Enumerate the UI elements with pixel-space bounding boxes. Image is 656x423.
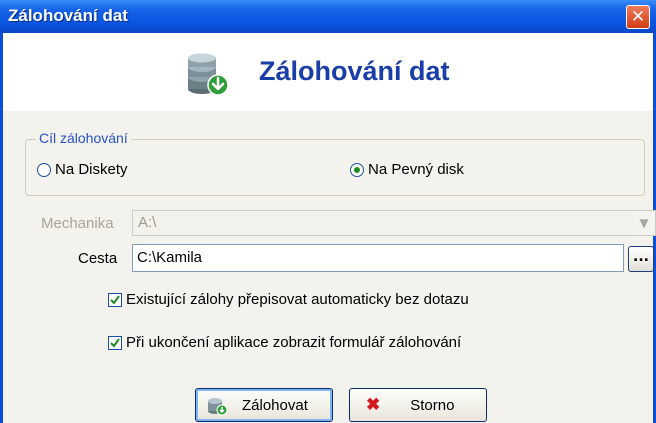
checkmark-icon [110, 294, 120, 305]
show-on-exit-checkbox[interactable]: Při ukončení aplikace zobrazit formulář … [108, 334, 461, 351]
database-backup-icon [208, 398, 228, 416]
backup-button-label: Zálohovat [242, 396, 308, 414]
window-title: Zálohování dat [8, 6, 128, 25]
close-button[interactable]: ✕ [626, 5, 650, 29]
cancel-x-icon: ✖ [366, 395, 381, 414]
path-input[interactable] [133, 245, 621, 269]
overwrite-label: Existující zálohy přepisovat automaticky… [126, 291, 469, 308]
database-restore-icon [188, 53, 229, 96]
drive-select[interactable]: A:\ ▼ [132, 210, 656, 236]
show-on-exit-checkbox-box[interactable] [108, 335, 122, 350]
backup-dialog: Zálohování dat ✕ Zálohování dat Cíl zálo… [0, 0, 656, 423]
browse-button[interactable]: ... [628, 246, 654, 272]
chevron-down-icon[interactable]: ▼ [634, 212, 654, 234]
close-icon: ✕ [630, 7, 646, 27]
radio-label-floppy: Na Diskety [55, 161, 128, 178]
group-legend: Cíl zálohování [36, 130, 131, 146]
radio-button-hard-disk[interactable] [350, 162, 364, 177]
backup-button[interactable]: Zálohovat [195, 388, 333, 422]
path-label: Cesta [78, 250, 118, 267]
overwrite-checkbox-box[interactable] [108, 292, 122, 307]
drive-label: Mechanika [41, 215, 114, 232]
title-bar[interactable]: Zálohování dat ✕ [0, 0, 656, 33]
overwrite-checkbox[interactable]: Existující zálohy přepisovat automaticky… [108, 291, 469, 308]
radio-button-floppy[interactable] [37, 162, 51, 177]
drive-value: A:\ [138, 214, 157, 231]
checkmark-icon [110, 337, 120, 348]
cancel-button[interactable]: ✖ Storno [349, 388, 487, 422]
path-field[interactable] [132, 244, 624, 272]
radio-floppy[interactable]: Na Diskety [37, 161, 128, 178]
radio-label-hard-disk: Na Pevný disk [368, 161, 464, 178]
dialog-header: Zálohování dat [3, 33, 653, 111]
radio-hard-disk[interactable]: Na Pevný disk [350, 161, 464, 178]
show-on-exit-label: Při ukončení aplikace zobrazit formulář … [126, 334, 462, 351]
dialog-heading: Zálohování dat [259, 56, 450, 86]
cancel-button-label: Storno [410, 396, 455, 414]
